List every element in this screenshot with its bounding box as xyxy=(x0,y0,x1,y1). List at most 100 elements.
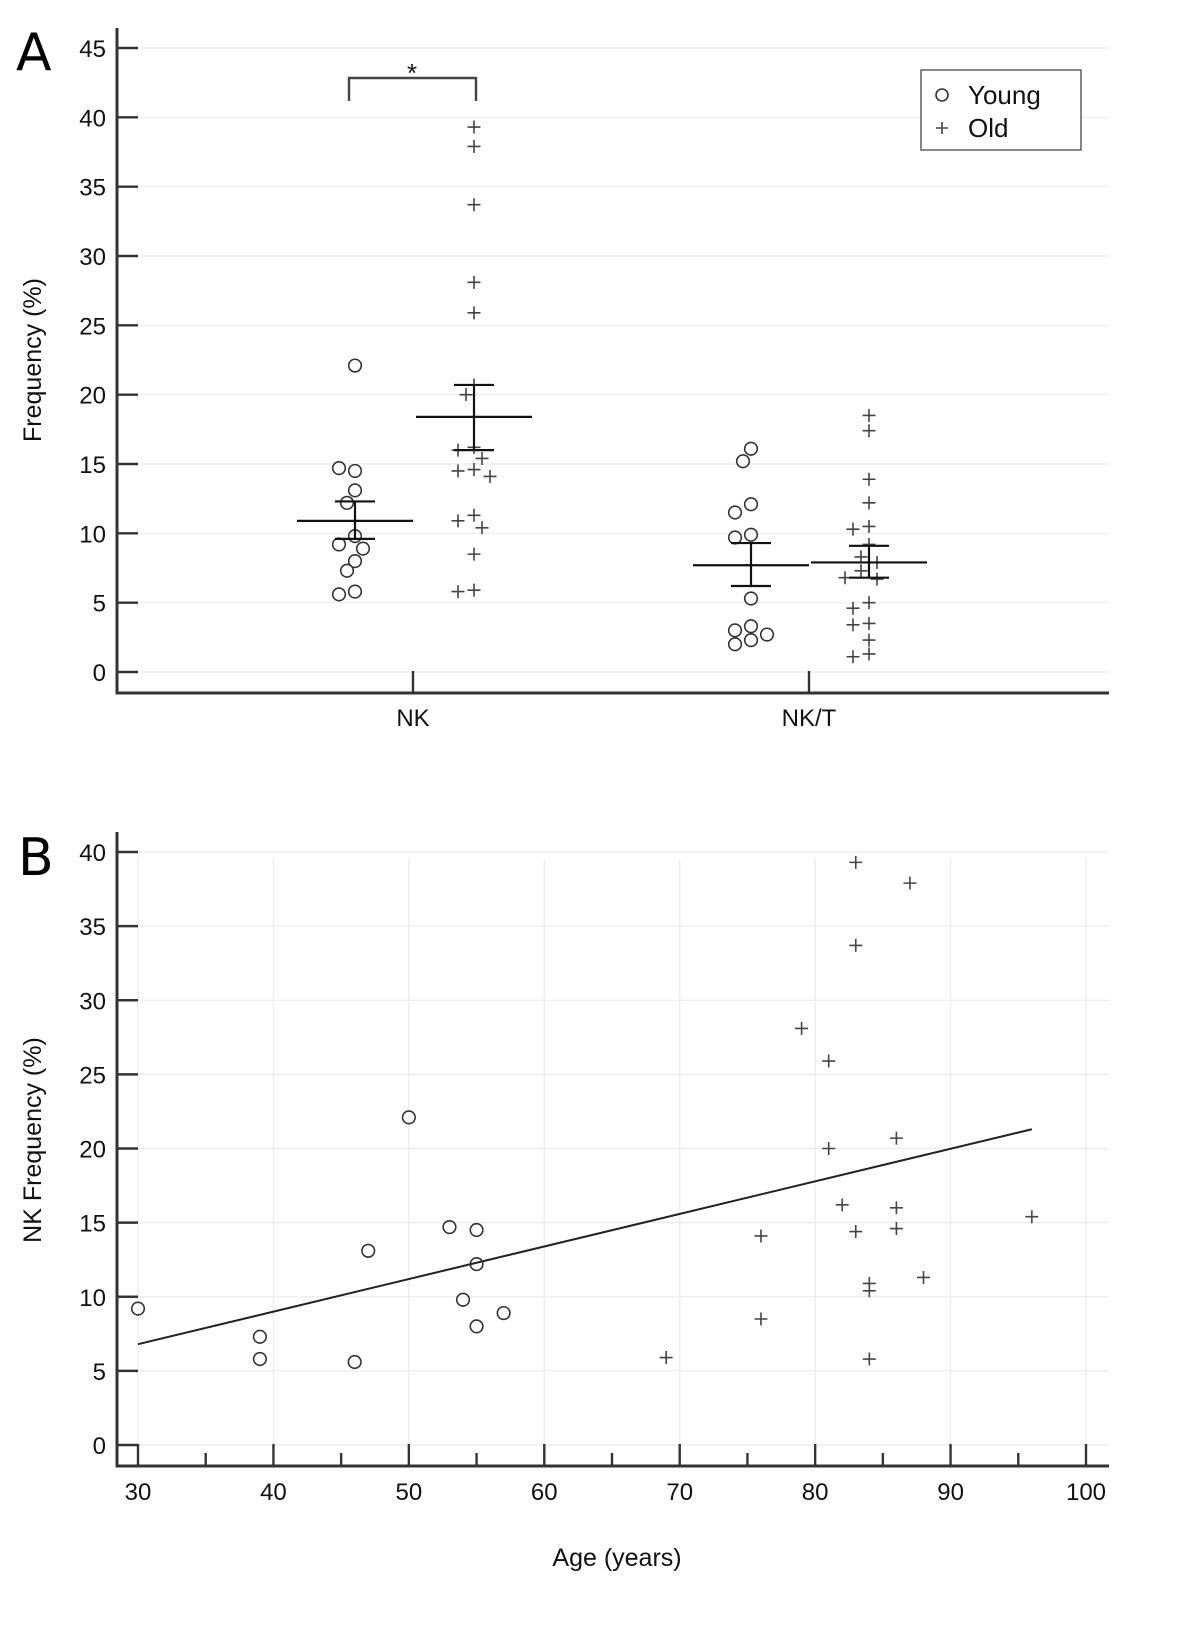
data-point-old xyxy=(475,451,489,465)
data-point-old xyxy=(862,519,876,533)
data-point-young xyxy=(347,584,363,599)
panel-b-y-axis-ticks: 0 5 10 15 20 25 30 35 40 xyxy=(79,840,138,1460)
panel-label-b: B xyxy=(18,828,54,888)
x-tick-label: 80 xyxy=(802,1479,829,1506)
data-point-old xyxy=(862,596,876,610)
data-point-old xyxy=(754,1229,768,1243)
data-point-old xyxy=(467,508,481,522)
y-tick-label: 25 xyxy=(79,1062,106,1089)
panel-a-mean-sem-bars xyxy=(297,383,927,588)
x-tick-label-nk: NK xyxy=(396,705,429,732)
panel-a-data-points xyxy=(331,120,884,664)
legend-label-old: Old xyxy=(968,113,1008,143)
data-point-old xyxy=(903,876,917,890)
panel-b-gridlines xyxy=(120,851,1108,1463)
y-tick-label: 40 xyxy=(79,840,106,867)
data-point-young xyxy=(347,483,363,498)
data-point-young xyxy=(469,1222,484,1238)
panel-b-x-axis-label: Age (years) xyxy=(552,1544,681,1572)
y-tick-label: 5 xyxy=(93,591,106,618)
data-point-old xyxy=(916,1270,930,1284)
data-point-old xyxy=(467,547,481,561)
y-tick-label: 15 xyxy=(79,452,106,479)
data-point-young xyxy=(331,537,347,552)
panel-b-x-axis-ticks: 30 40 50 60 70 80 90 100 xyxy=(125,1444,1106,1506)
data-point-old xyxy=(862,616,876,630)
data-point-old xyxy=(467,583,481,597)
data-point-young xyxy=(252,1329,267,1344)
data-point-old xyxy=(862,1352,876,1366)
legend-label-young: Young xyxy=(968,80,1041,110)
data-point-old xyxy=(451,514,465,528)
data-point-old xyxy=(889,1201,903,1215)
data-point-young xyxy=(727,637,743,652)
y-tick-label: 15 xyxy=(79,1211,106,1238)
y-tick-label: 30 xyxy=(79,988,106,1015)
x-tick-label: 40 xyxy=(260,1479,287,1506)
y-tick-label: 10 xyxy=(79,1285,106,1312)
data-point-young xyxy=(743,633,759,648)
y-tick-label: 25 xyxy=(79,313,106,340)
data-point-old xyxy=(846,601,860,615)
data-point-young xyxy=(735,454,751,469)
y-tick-label: 20 xyxy=(79,1137,106,1164)
y-tick-label: 40 xyxy=(79,105,106,132)
data-point-young xyxy=(339,563,355,578)
data-point-old xyxy=(459,388,473,402)
x-tick-label: 30 xyxy=(125,1479,152,1506)
data-point-old xyxy=(862,424,876,438)
significance-asterisk: * xyxy=(407,58,417,88)
data-point-young xyxy=(743,497,759,512)
data-point-old xyxy=(467,463,481,477)
data-point-young xyxy=(743,527,759,542)
data-point-old xyxy=(889,1222,903,1236)
y-tick-label: 35 xyxy=(79,914,106,941)
data-point-old xyxy=(846,650,860,664)
data-point-old xyxy=(849,855,863,869)
data-point-young xyxy=(252,1351,267,1367)
panel-b-y-axis-label: NK Frequency (%) xyxy=(19,1037,47,1243)
data-point-young xyxy=(496,1305,511,1321)
panel-b-data-points xyxy=(130,855,1039,1370)
data-point-old xyxy=(862,408,876,422)
data-point-young xyxy=(469,1319,484,1334)
x-tick-label: 100 xyxy=(1066,1479,1106,1506)
figure: A 0 5 10 15 20 25 30 35 40 45 NK NK/T Frequency (… xyxy=(16,23,1109,1572)
data-point-old xyxy=(659,1351,673,1365)
panel-a-x-axis-ticks: NK NK/T xyxy=(396,671,837,732)
data-point-young xyxy=(743,619,759,634)
x-tick-label: 50 xyxy=(396,1479,423,1506)
significance-bracket: * xyxy=(347,58,478,101)
data-point-young xyxy=(727,623,743,638)
y-tick-label: 0 xyxy=(93,660,106,687)
data-point-old xyxy=(822,1054,836,1068)
panel-a: A 0 5 10 15 20 25 30 35 40 45 NK NK/T Frequency (… xyxy=(16,23,1109,732)
data-point-young xyxy=(355,541,371,556)
x-tick-label: 60 xyxy=(531,1479,558,1506)
regression-line xyxy=(137,1128,1033,1346)
data-point-old xyxy=(854,564,868,578)
data-point-old xyxy=(467,306,481,320)
data-point-old xyxy=(862,496,876,510)
data-point-old xyxy=(862,647,876,661)
data-point-old xyxy=(870,572,884,586)
legend: Young Old xyxy=(920,69,1082,151)
data-point-young xyxy=(347,1354,362,1370)
data-point-young xyxy=(455,1292,471,1307)
data-point-old xyxy=(862,633,876,647)
data-point-old xyxy=(862,472,876,486)
y-tick-label: 35 xyxy=(79,175,106,202)
data-point-old xyxy=(754,1312,768,1326)
panel-a-y-axis-label: Frequency (%) xyxy=(19,278,47,442)
data-point-old xyxy=(467,275,481,289)
data-point-old xyxy=(835,1198,849,1212)
data-point-old xyxy=(889,1131,903,1145)
data-point-young xyxy=(331,587,347,602)
data-point-old xyxy=(795,1021,809,1035)
y-tick-label: 30 xyxy=(79,244,106,271)
data-point-old xyxy=(451,464,465,478)
y-tick-label: 20 xyxy=(79,383,106,410)
data-point-young xyxy=(759,627,775,642)
panel-a-y-axis-ticks: 0 5 10 15 20 25 30 35 40 45 xyxy=(79,36,138,687)
data-point-old xyxy=(451,585,465,599)
